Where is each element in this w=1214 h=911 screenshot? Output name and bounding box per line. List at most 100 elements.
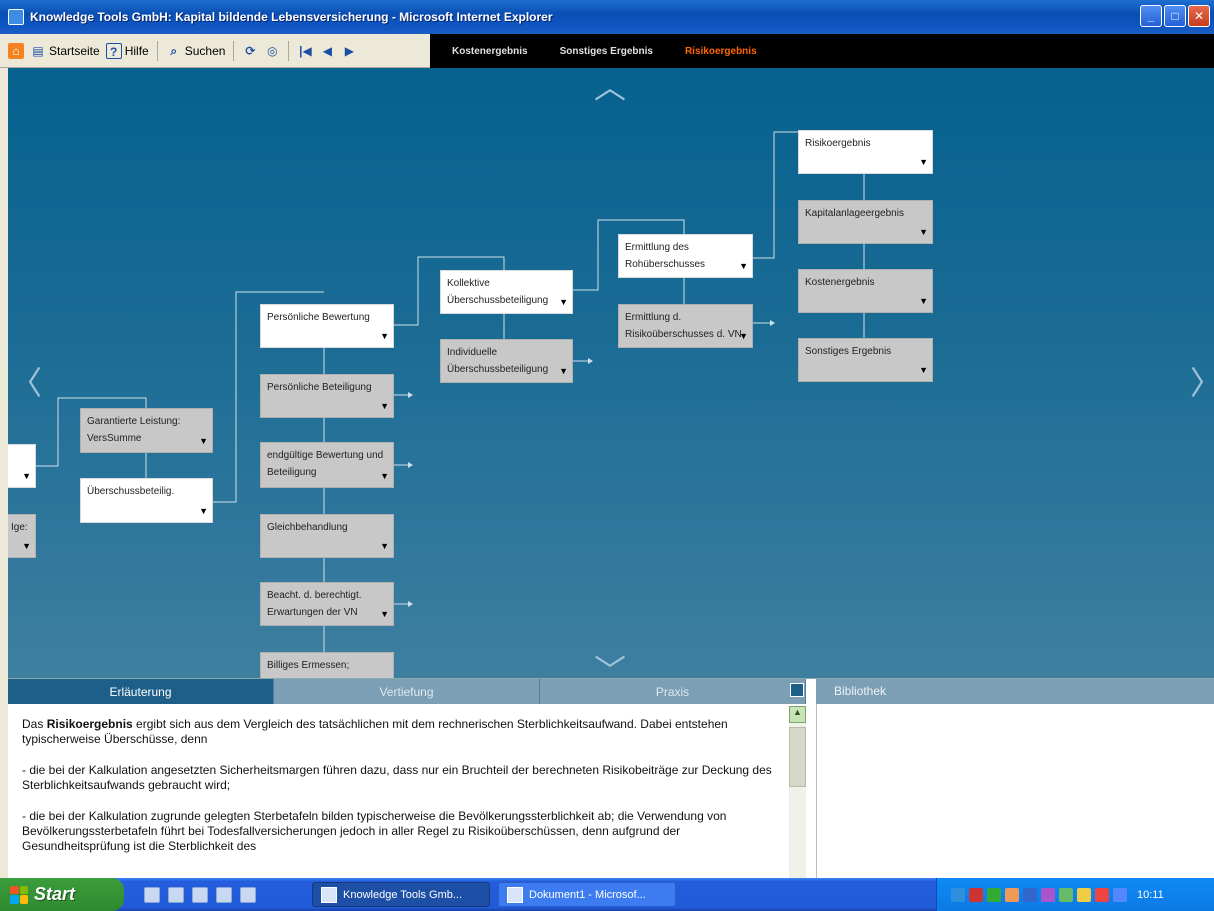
dropdown-icon: ▼ xyxy=(559,366,568,376)
suchen-label: Suchen xyxy=(184,43,226,58)
task-knowledge-tools[interactable]: Knowledge Tools Gmb... xyxy=(312,882,490,907)
toolbar-separator xyxy=(288,40,290,61)
dropdown-icon: ▼ xyxy=(739,261,748,271)
explanation-text: Das Risikoergebnis ergibt sich aus dem V… xyxy=(8,709,788,877)
tab-sonstiges-ergebnis[interactable]: Sonstiges Ergebnis xyxy=(560,46,653,57)
tray-icon[interactable] xyxy=(1005,887,1019,902)
desktop-icon[interactable] xyxy=(168,886,184,903)
window-controls: _ □ ✕ xyxy=(1140,5,1210,27)
scroll-down-icon[interactable]: ﹀ xyxy=(594,646,626,678)
toolbar-separator xyxy=(156,40,158,61)
tray-icon[interactable] xyxy=(1023,887,1037,902)
tray-icon[interactable] xyxy=(969,887,983,902)
node-beacht-erwartungen[interactable]: Beacht. d. berechtigt. Erwartungen der V… xyxy=(260,582,394,626)
clock: 10:11 xyxy=(1137,888,1164,901)
tray-icon[interactable] xyxy=(1059,887,1073,902)
node-sonstiges-ergebnis[interactable]: Sonstiges Ergebnis ▼ xyxy=(798,338,933,382)
maximize-button[interactable]: □ xyxy=(1164,5,1186,27)
node-kollektive-ueberschussbeteiligung[interactable]: Kollektive Überschussbeteiligung ▼ xyxy=(440,270,573,314)
node-billiges-ermessen[interactable]: Billiges Ermessen; xyxy=(260,652,394,678)
scroll-thumb[interactable] xyxy=(789,727,806,787)
suchen-button[interactable]: ⌕ Suchen xyxy=(166,43,226,59)
window-title: Knowledge Tools GmbH: Kapital bildende L… xyxy=(30,10,553,24)
node-kapitalanlageergebnis[interactable]: Kapitalanlageergebnis ▼ xyxy=(798,200,933,244)
dropdown-icon: ▼ xyxy=(739,331,748,341)
hilfe-label: Hilfe xyxy=(124,43,149,58)
system-tray: 10:11 xyxy=(936,878,1214,911)
tab-vertiefung[interactable]: Vertiefung xyxy=(274,679,540,704)
node-ermittlung-risikoueberschuss[interactable]: Ermittlung d. Risikoüberschusses d. VN ▼ xyxy=(618,304,753,348)
paragraph-sterbetafeln: - die bei der Kalkulation zugrunde geleg… xyxy=(22,809,727,853)
node-kostenergebnis[interactable]: Kostenergebnis ▼ xyxy=(798,269,933,313)
tray-icon[interactable] xyxy=(1113,887,1127,902)
dropdown-icon: ▼ xyxy=(919,227,928,237)
tray-icon[interactable] xyxy=(987,887,1001,902)
tab-praxis[interactable]: Praxis xyxy=(540,679,806,704)
search-icon: ⌕ xyxy=(170,43,178,58)
dropdown-icon: ▼ xyxy=(199,506,208,516)
startseite-button[interactable]: ▤ Startseite xyxy=(30,43,99,59)
node-ermittlung-rohueberschuss[interactable]: Ermittlung des Rohüberschusses ▼ xyxy=(618,234,753,278)
node-ueberschussbeteiligung[interactable]: Überschussbeteilig. ▼ xyxy=(80,478,213,523)
node-garantierte-leistung[interactable]: Garantierte Leistung: VersSumme ▼ xyxy=(80,408,213,453)
dropdown-icon: ▼ xyxy=(919,157,928,167)
bibliothek-header[interactable]: Bibliothek xyxy=(816,679,1214,704)
app-icon[interactable] xyxy=(216,886,232,903)
tray-icon[interactable] xyxy=(1095,887,1109,902)
tray-icon[interactable] xyxy=(1077,887,1091,902)
node-gleichbehandlung[interactable]: Gleichbehandlung ▼ xyxy=(260,514,394,558)
ie-icon[interactable] xyxy=(144,886,160,903)
start-label: Start xyxy=(34,884,76,904)
dropdown-icon: ▼ xyxy=(559,297,568,307)
minimize-button[interactable]: _ xyxy=(1140,5,1162,27)
page-icon: ▤ xyxy=(32,43,44,58)
dropdown-icon: ▼ xyxy=(380,541,389,551)
close-button[interactable]: ✕ xyxy=(1188,5,1210,27)
toolbar-left: ⌂ ▤ Startseite ? Hilfe ⌕ Suchen ⟳ ◎ |◀ ◀… xyxy=(0,34,430,67)
tab-kostenergebnis[interactable]: Kostenergebnis xyxy=(452,46,528,57)
node-individuelle-ueberschussbeteiligung[interactable]: Individuelle Überschussbeteiligung ▼ xyxy=(440,339,573,383)
dropdown-icon: ▼ xyxy=(380,401,389,411)
dropdown-icon: ▼ xyxy=(380,609,389,619)
toolbar-separator xyxy=(233,40,235,61)
window-titlebar: Knowledge Tools GmbH: Kapital bildende L… xyxy=(0,0,1214,34)
first-page-icon[interactable]: |◀ xyxy=(297,43,313,59)
connector-lines xyxy=(36,130,865,668)
scroll-up-icon[interactable]: ︿ xyxy=(594,68,626,108)
explanation-scrollbar[interactable]: ▲ xyxy=(789,706,806,878)
dropdown-icon: ▼ xyxy=(919,365,928,375)
hilfe-button[interactable]: ? Hilfe xyxy=(105,42,149,59)
window-toggle-icon[interactable] xyxy=(790,683,804,697)
windows-logo-icon xyxy=(10,885,28,904)
tray-icon[interactable] xyxy=(951,887,965,902)
ie-icon xyxy=(321,886,337,903)
dropdown-icon: ▼ xyxy=(22,471,31,481)
refresh-icon[interactable]: ⟳ xyxy=(242,43,258,59)
node-persoenliche-bewertung[interactable]: Persönliche Bewertung ▼ xyxy=(260,304,394,348)
scroll-left-icon[interactable]: 〈 xyxy=(10,358,42,404)
tab-erlaeuterung[interactable]: Erläuterung xyxy=(8,679,274,704)
app-icon[interactable] xyxy=(192,886,208,903)
help-icon: ? xyxy=(105,42,122,59)
info-panel-tabs: Erläuterung Vertiefung Praxis xyxy=(8,679,806,704)
windows-taskbar: Start Knowledge Tools Gmb... Dokument1 -… xyxy=(0,878,1214,911)
word-icon xyxy=(507,886,523,903)
tray-icon[interactable] xyxy=(1041,887,1055,902)
node-endgueltige-bewertung[interactable]: endgültige Bewertung und Beteiligung ▼ xyxy=(260,442,394,488)
node-persoenliche-beteiligung[interactable]: Persönliche Beteiligung ▼ xyxy=(260,374,394,418)
scroll-right-icon[interactable]: 〉 xyxy=(1190,358,1214,404)
dropdown-icon: ▼ xyxy=(380,471,389,481)
globe-icon[interactable]: ◎ xyxy=(264,43,280,59)
back-arrow-icon[interactable]: ◀ xyxy=(319,43,335,59)
scroll-up-button[interactable]: ▲ xyxy=(789,706,806,723)
forward-arrow-icon[interactable]: ▶ xyxy=(341,43,357,59)
node-offscreen-2[interactable]: Ige: ▼ xyxy=(8,514,36,558)
node-offscreen-1[interactable]: ▼ xyxy=(8,444,36,488)
dropdown-icon: ▼ xyxy=(22,541,31,551)
app-icon[interactable] xyxy=(240,886,256,903)
home-icon[interactable]: ⌂ xyxy=(8,42,24,59)
start-button[interactable]: Start xyxy=(0,878,124,911)
task-dokument1[interactable]: Dokument1 - Microsof... xyxy=(498,882,676,907)
tab-risikoergebnis[interactable]: Risikoergebnis xyxy=(685,46,757,57)
node-risikoergebnis[interactable]: Risikoergebnis ▼ xyxy=(798,130,933,174)
